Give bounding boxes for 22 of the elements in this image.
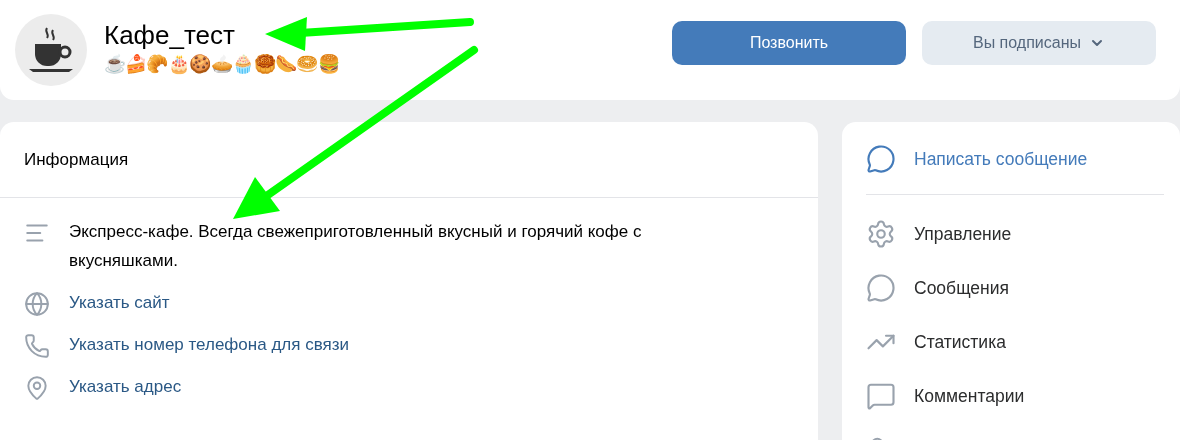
coffee-cup-icon (27, 26, 75, 74)
menu-item[interactable]: Статистика (914, 331, 1006, 353)
chat-bubble-icon (866, 144, 896, 174)
subscribed-dropdown[interactable]: Вы подписаны (922, 21, 1156, 65)
info-link[interactable]: Указать номер телефона для связи (69, 330, 349, 359)
pin-icon (24, 375, 50, 401)
description-text: Экспресс-кафе. Всегда свежеприготовленный вкусный и горячий кофе с вкусняшками. (69, 221, 643, 272)
menu-item[interactable]: Написать сообщение (914, 148, 1088, 170)
menu-item[interactable]: Комментарии (914, 385, 1025, 407)
phone-icon (24, 333, 50, 359)
info-link[interactable]: Указать адрес (69, 372, 182, 401)
info-link[interactable]: Указать сайт (69, 288, 170, 317)
call-button[interactable]: Позвонить (672, 21, 906, 65)
chat-bubble-icon (866, 273, 896, 303)
card-title: Информация (24, 149, 129, 170)
status-emoji: ☕🍰🥐🎂🍪🥧🧁🥮🌭🥯🍔 (104, 53, 341, 74)
globe-icon (24, 291, 50, 317)
menu-item[interactable]: Сообщения (914, 277, 1009, 299)
settings-icon (866, 219, 896, 249)
community-name: Кафе_тест (104, 20, 236, 51)
comment-icon (866, 381, 896, 411)
menu-item[interactable]: Управление (914, 223, 1012, 245)
